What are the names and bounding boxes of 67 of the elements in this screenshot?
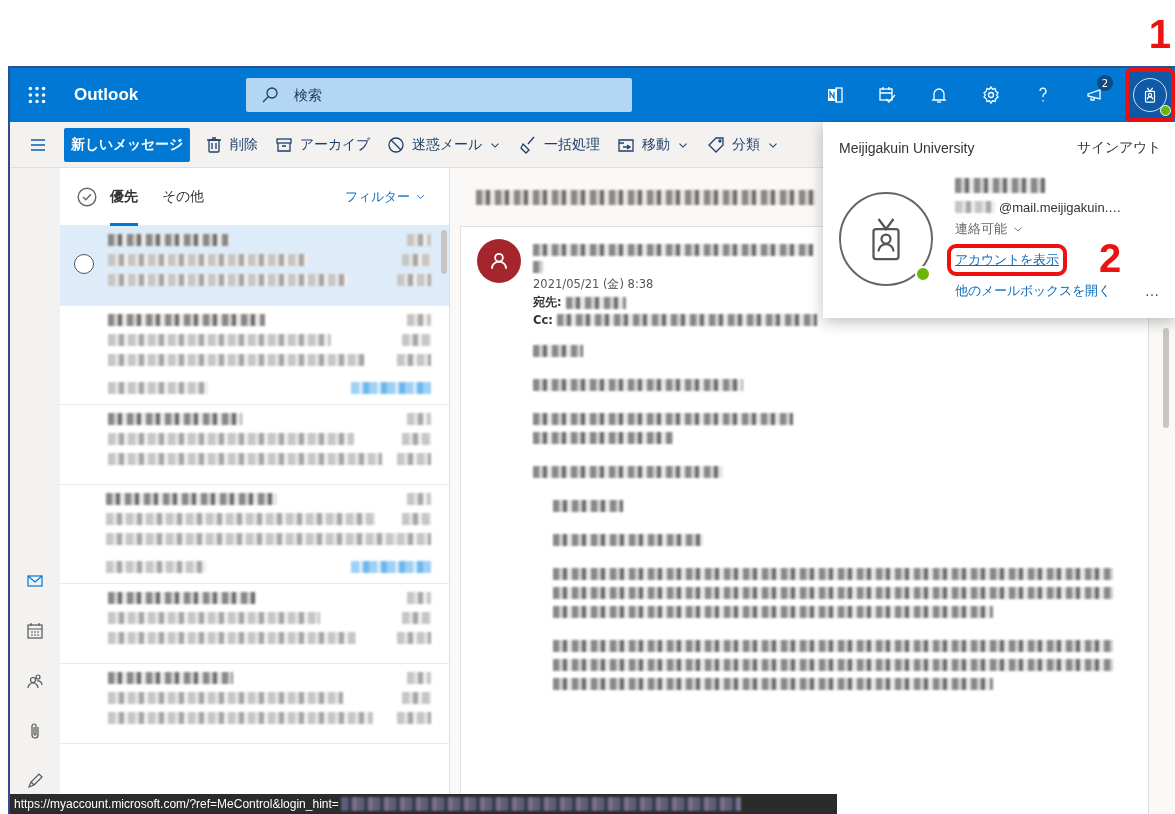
scrollbar-thumb[interactable] (441, 230, 447, 274)
settings-icon (981, 85, 1001, 105)
block-button[interactable]: 迷惑メール (378, 127, 510, 162)
calendar-check-icon (877, 85, 897, 105)
broom-button[interactable]: 一括処理 (510, 127, 608, 162)
redacted-text (407, 592, 431, 604)
redacted-text (397, 354, 431, 366)
redacted-text (407, 413, 431, 425)
count-badge: 2 (1097, 75, 1113, 91)
redacted-text (565, 296, 626, 309)
check-circle-icon[interactable] (76, 185, 98, 208)
app-launcher-icon[interactable] (26, 84, 48, 106)
folder-arrow-button[interactable]: 移動 (608, 127, 698, 162)
redacted-text (397, 712, 431, 724)
redacted-text (407, 314, 431, 326)
redacted-text (407, 493, 431, 505)
pen-icon (25, 771, 45, 791)
redacted-text (407, 672, 431, 684)
tag-button[interactable]: 分類 (698, 127, 788, 162)
more-button[interactable]: … (1145, 283, 1159, 299)
redacted-text (397, 274, 431, 286)
status-dot (915, 266, 931, 282)
search-icon (260, 85, 281, 105)
url-text: https://myaccount.microsoft.com/?ref=MeControl&login_hint= (14, 797, 339, 811)
app-name[interactable]: Outlook (74, 85, 139, 105)
select-circle[interactable] (74, 254, 94, 274)
redacted-text (407, 234, 431, 246)
redacted-text (397, 632, 431, 644)
filter-button[interactable]: フィルター (345, 187, 427, 206)
bell-icon (929, 85, 949, 105)
megaphone-button[interactable]: 2 (1069, 71, 1121, 119)
redacted-text (955, 201, 995, 213)
people-icon (25, 671, 45, 691)
redacted-text (402, 254, 431, 266)
account-button[interactable] (1125, 68, 1175, 122)
email-address: @mail.meijigakuin.… (999, 199, 1122, 215)
open-mailbox-link[interactable]: 他のメールボックスを開く (955, 282, 1111, 300)
step-number: 1 (1148, 14, 1171, 54)
new-message-button[interactable]: 新しいメッセージ (64, 127, 190, 162)
redacted-text (402, 692, 431, 704)
inbox-tab[interactable]: その他 (162, 167, 204, 226)
redacted-text (533, 345, 583, 357)
block-icon (386, 134, 406, 155)
redacted-text (533, 261, 543, 273)
cc-label: Cc: (533, 313, 553, 327)
scrollbar-thumb[interactable] (1163, 328, 1169, 428)
to-label: 宛先: (533, 295, 562, 310)
organization-name: Meijigakuin University (839, 140, 975, 156)
sent-date: 2021/05/21 (金) 8:38 (533, 277, 655, 292)
step-number: 2 (1099, 238, 1122, 278)
trash-icon (204, 134, 224, 155)
tag-icon (706, 134, 726, 155)
redacted-text (402, 513, 431, 525)
notes-icon (825, 85, 845, 105)
redacted-text (402, 433, 431, 445)
avatar-icon (477, 239, 521, 283)
calendar-icon (25, 621, 45, 641)
redacted-text (397, 453, 431, 465)
archive-button[interactable]: アーカイブ (266, 127, 378, 162)
redacted-text (402, 612, 431, 624)
status-dot (1160, 105, 1171, 116)
redacted-text (553, 500, 623, 512)
redacted-text (402, 334, 431, 346)
sign-out-link[interactable]: サインアウト (1077, 139, 1161, 157)
trash-button[interactable]: 削除 (196, 127, 266, 162)
status-dropdown[interactable]: 連絡可能 (955, 220, 1025, 238)
search-field[interactable]: 検索 (246, 78, 633, 112)
